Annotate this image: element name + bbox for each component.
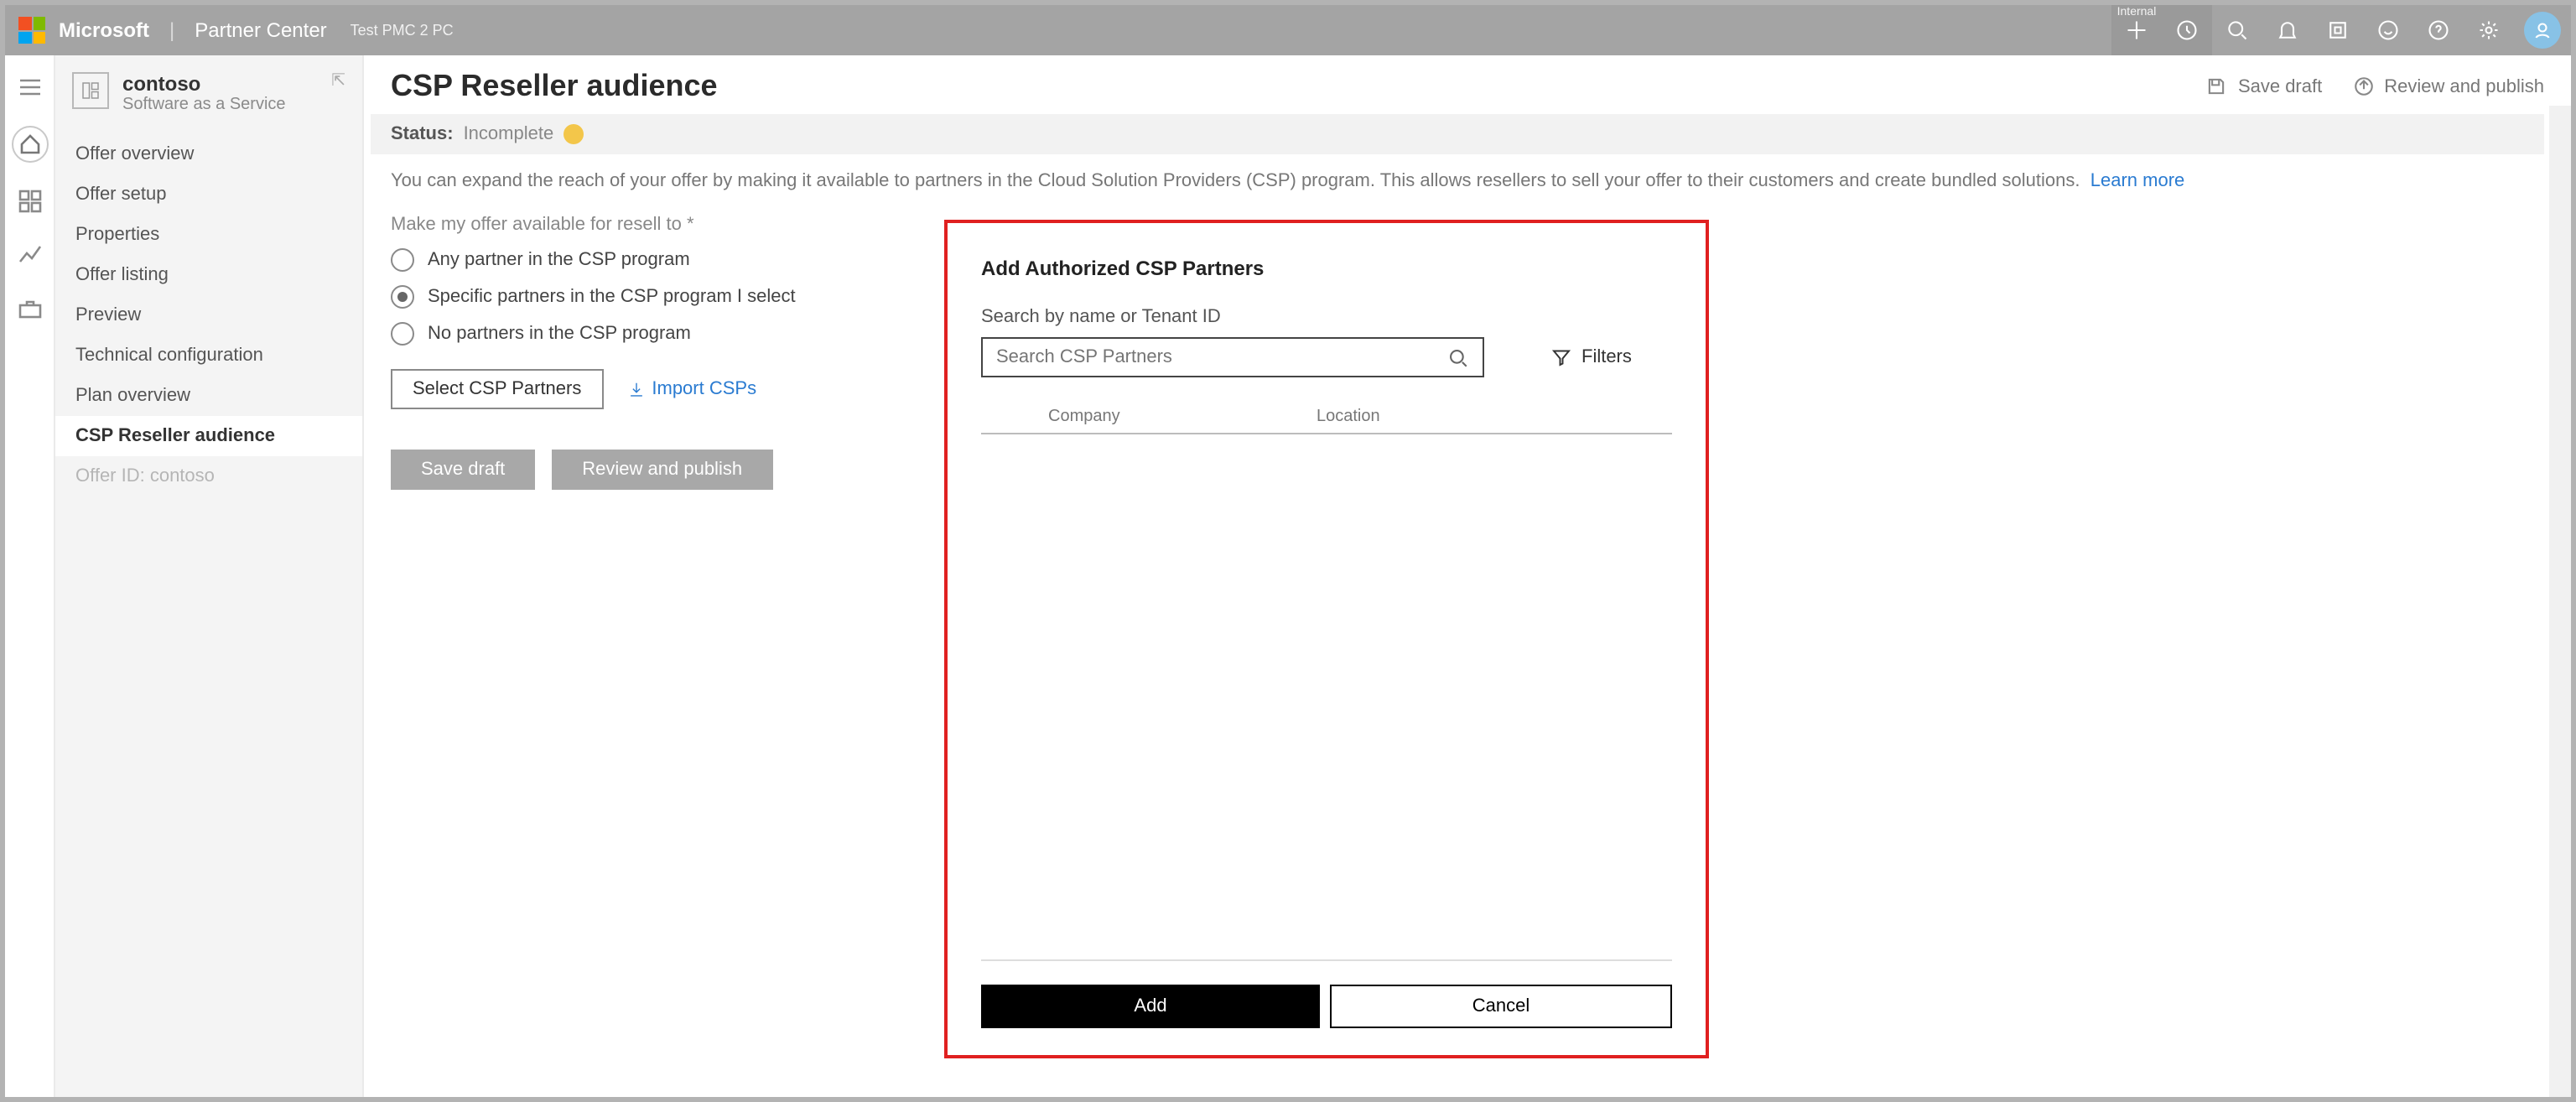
publish-icon (2352, 75, 2374, 97)
icon-rail (5, 55, 55, 1097)
sidebar-item-technical-configuration[interactable]: Technical configuration (55, 335, 362, 376)
search-partners-input-wrap[interactable] (981, 337, 1484, 377)
help-icon[interactable] (2413, 5, 2464, 55)
rail-menu-icon[interactable] (14, 72, 44, 102)
rail-toolbox-icon[interactable] (14, 294, 44, 324)
add-button[interactable]: Add (981, 985, 1320, 1028)
sidebar-item-offer-id: Offer ID: contoso (55, 456, 362, 496)
column-location: Location (1317, 408, 1380, 426)
status-bar: Status: Incomplete (371, 114, 2544, 154)
sidebar: contoso Software as a Service ⇱ Offer ov… (55, 55, 364, 1097)
save-icon (2206, 75, 2228, 97)
sidebar-item-offer-setup[interactable]: Offer setup (55, 174, 362, 215)
rail-home-icon[interactable] (11, 126, 48, 163)
feedback-icon[interactable] (2363, 5, 2413, 55)
filter-icon (1551, 347, 1571, 367)
review-publish-button[interactable]: Review and publish (552, 450, 772, 490)
radio-icon (391, 322, 414, 346)
radio-icon (391, 248, 414, 272)
status-value: Incomplete (464, 124, 554, 144)
search-icon (1447, 346, 1469, 368)
sidebar-item-properties[interactable]: Properties (55, 215, 362, 255)
offer-card: contoso Software as a Service ⇱ (55, 55, 362, 127)
select-csp-partners-button[interactable]: Select CSP Partners (391, 369, 603, 409)
scrollbar-track[interactable] (2549, 106, 2571, 1097)
search-label: Search by name or Tenant ID (981, 307, 1672, 327)
tenant-type: Software as a Service (122, 96, 286, 114)
tenant-name: contoso (122, 72, 286, 96)
brand-label: Microsoft (59, 18, 149, 42)
column-company: Company (981, 408, 1317, 426)
add-csp-partners-modal: Add Authorized CSP Partners Search by na… (944, 220, 1709, 1058)
cancel-button[interactable]: Cancel (1330, 985, 1672, 1028)
status-indicator-icon (564, 124, 584, 144)
sidebar-item-csp-reseller-audience[interactable]: CSP Reseller audience (55, 416, 362, 456)
diagnostics-icon[interactable] (2313, 5, 2363, 55)
review-publish-top[interactable]: Review and publish (2352, 75, 2544, 97)
learn-more-link[interactable]: Learn more (2090, 171, 2185, 191)
page-title: CSP Reseller audience (391, 69, 718, 104)
pin-icon[interactable]: ⇱ (331, 72, 345, 91)
offer-type-icon (72, 72, 109, 109)
description-text: You can expand the reach of your offer b… (391, 171, 2544, 191)
save-draft-top[interactable]: Save draft (2206, 75, 2322, 97)
topbar-extra-button[interactable]: Internal (2111, 5, 2162, 55)
user-avatar[interactable] (2524, 12, 2561, 49)
modal-title: Add Authorized CSP Partners (981, 257, 1672, 280)
topbar-clock-button[interactable] (2162, 5, 2212, 55)
search-partners-input[interactable] (996, 347, 1447, 367)
filters-button[interactable]: Filters (1551, 347, 1632, 367)
microsoft-logo-icon (18, 17, 45, 44)
results-table-header: Company Location (981, 408, 1672, 434)
env-tag: Test PMC 2 PC (340, 22, 454, 39)
radio-icon (391, 285, 414, 309)
top-bar: Microsoft | Partner Center Test PMC 2 PC… (5, 5, 2571, 55)
rail-dashboard-icon[interactable] (14, 186, 44, 216)
product-label: Partner Center (195, 18, 326, 42)
import-icon (626, 380, 645, 398)
rail-analytics-icon[interactable] (14, 240, 44, 270)
sidebar-item-plan-overview[interactable]: Plan overview (55, 376, 362, 416)
sidebar-item-preview[interactable]: Preview (55, 295, 362, 335)
notifications-icon[interactable] (2262, 5, 2313, 55)
import-csps-link[interactable]: Import CSPs (626, 379, 756, 399)
sidebar-item-offer-listing[interactable]: Offer listing (55, 255, 362, 295)
search-icon[interactable] (2212, 5, 2262, 55)
save-draft-button[interactable]: Save draft (391, 450, 535, 490)
settings-icon[interactable] (2464, 5, 2514, 55)
sidebar-item-offer-overview[interactable]: Offer overview (55, 134, 362, 174)
